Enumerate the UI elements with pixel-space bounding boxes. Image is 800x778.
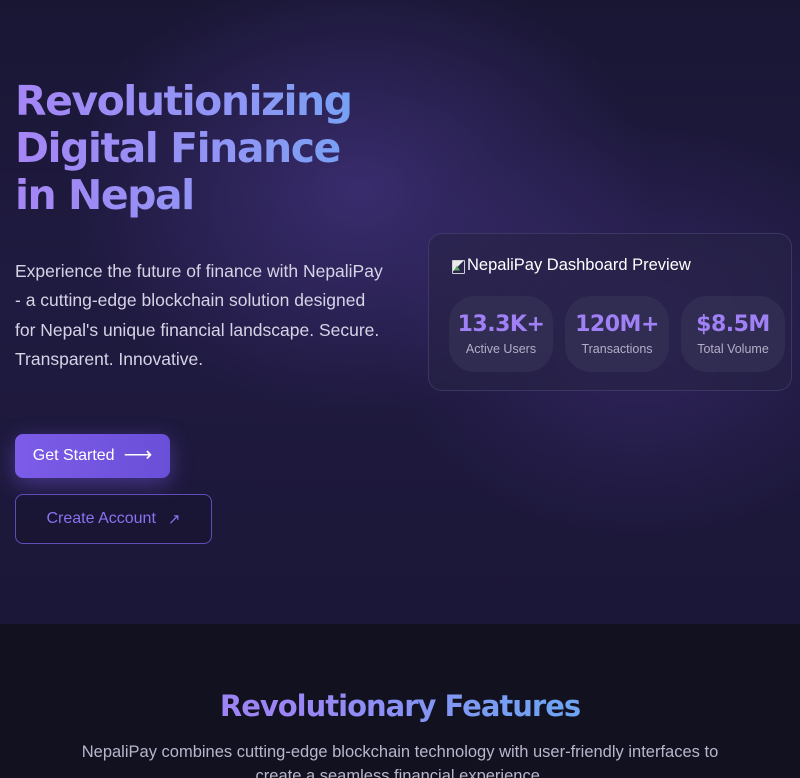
- stat-total-volume: $8.5M Total Volume: [681, 296, 785, 372]
- features-section: Revolutionary Features NepaliPay combine…: [0, 624, 800, 778]
- stat-label: Active Users: [465, 342, 537, 356]
- hero-title: Revolutionizing Digital Finance in Nepal: [15, 78, 395, 219]
- arrow-right-icon: ⟶: [123, 444, 153, 466]
- dashboard-preview-alt-text: NepaliPay Dashboard Preview: [467, 256, 691, 274]
- stat-value: 13.3K+: [457, 312, 545, 337]
- hero-section: Revolutionizing Digital Finance in Nepal…: [0, 0, 800, 624]
- create-account-label: Create Account: [46, 510, 156, 527]
- features-title: Revolutionary Features: [0, 688, 800, 724]
- hero-title-line-1: Revolutionizing: [15, 77, 352, 125]
- arrow-up-right-icon: ↗: [167, 511, 181, 528]
- get-started-label: Get Started: [32, 447, 115, 464]
- stat-active-users: 13.3K+ Active Users: [449, 296, 553, 372]
- broken-image-icon: [451, 258, 465, 274]
- hero-description: Experience the future of finance with Ne…: [15, 261, 383, 369]
- stat-value: $8.5M: [696, 312, 770, 337]
- stat-value: 120M+: [575, 312, 659, 337]
- stat-label: Total Volume: [697, 342, 769, 356]
- features-description: NepaliPay combines cutting-edge blockcha…: [81, 743, 719, 778]
- hero-title-line-3: in Nepal: [15, 171, 194, 219]
- stats-row: 13.3K+ Active Users 120M+ Transactions $…: [449, 296, 785, 372]
- hero-title-line-2: Digital Finance: [15, 124, 340, 172]
- dashboard-preview-card: NepaliPay Dashboard Preview 13.3K+ Activ…: [428, 233, 792, 391]
- create-account-button[interactable]: Create Account ↗: [15, 494, 212, 544]
- get-started-button[interactable]: Get Started ⟶: [15, 434, 170, 478]
- stat-label: Transactions: [581, 342, 653, 356]
- dashboard-preview-image: NepaliPay Dashboard Preview: [451, 256, 691, 275]
- stat-transactions: 120M+ Transactions: [565, 296, 669, 372]
